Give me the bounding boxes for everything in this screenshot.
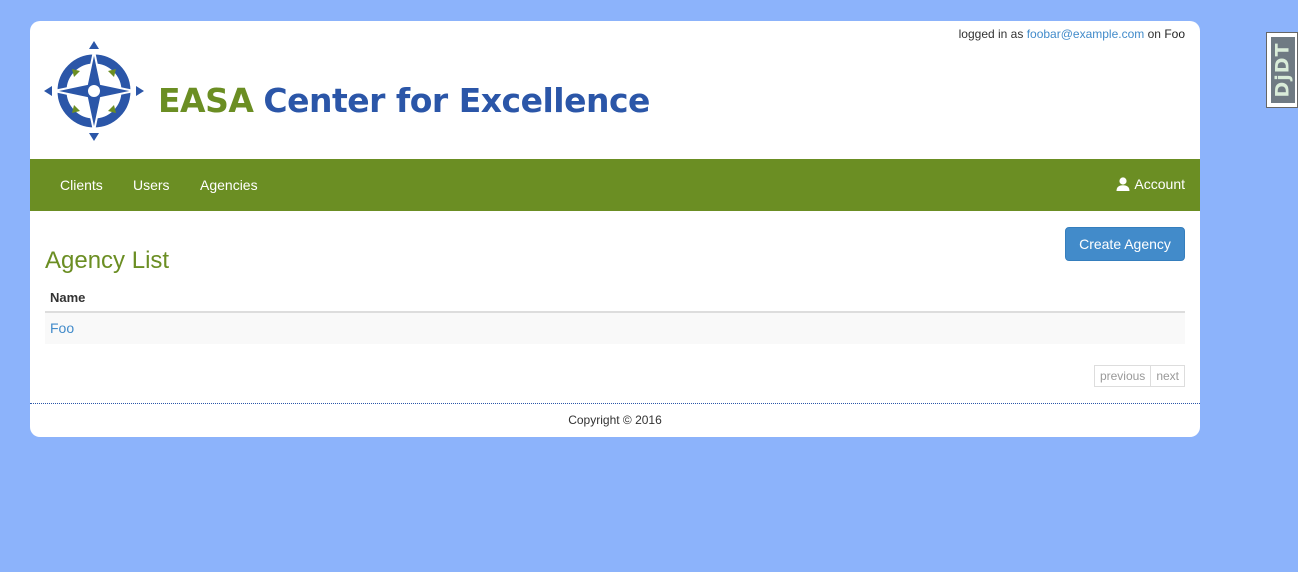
brand-primary: EASA bbox=[158, 81, 254, 120]
column-header-name[interactable]: Name bbox=[45, 285, 1185, 313]
login-on-text: on bbox=[1147, 27, 1161, 41]
user-email-link[interactable]: foobar@example.com bbox=[1027, 27, 1145, 41]
copyright-text: Copyright © 2016 bbox=[568, 413, 662, 427]
debug-toolbar-label: DjDT bbox=[1272, 42, 1294, 98]
page-title: Agency List bbox=[45, 247, 170, 274]
next-page-button[interactable]: next bbox=[1151, 365, 1185, 387]
org-name: Foo bbox=[1164, 27, 1185, 41]
previous-page-button[interactable]: previous bbox=[1093, 365, 1152, 387]
account-label: Account bbox=[1134, 176, 1185, 192]
debug-toolbar-badge: DjDT bbox=[1271, 37, 1295, 103]
main-navbar: Clients Users Agencies Account bbox=[30, 159, 1200, 211]
pagination: previous next bbox=[1093, 365, 1185, 387]
site-brand[interactable]: EASA Center for Excellence bbox=[158, 81, 650, 120]
nav-item-clients[interactable]: Clients bbox=[60, 177, 103, 193]
nav-item-users[interactable]: Users bbox=[133, 177, 170, 193]
login-status: logged in as foobar@example.com on Foo bbox=[959, 27, 1185, 41]
agency-table: Name Foo bbox=[45, 285, 1185, 344]
debug-toolbar-handle[interactable]: DjDT bbox=[1266, 32, 1298, 108]
brand-secondary: Center for Excellence bbox=[263, 81, 650, 120]
agency-link[interactable]: Foo bbox=[50, 320, 74, 336]
user-icon bbox=[1116, 177, 1130, 191]
compass-logo-icon[interactable] bbox=[44, 41, 144, 141]
page-card: logged in as foobar@example.com on Foo E… bbox=[30, 21, 1200, 437]
account-menu[interactable]: Account bbox=[1116, 176, 1185, 192]
login-prefix: logged in as bbox=[958, 27, 1024, 41]
table-row: Foo bbox=[45, 313, 1185, 344]
create-agency-button[interactable]: Create Agency bbox=[1065, 227, 1185, 261]
footer-divider bbox=[30, 403, 1200, 404]
nav-item-agencies[interactable]: Agencies bbox=[200, 177, 258, 193]
